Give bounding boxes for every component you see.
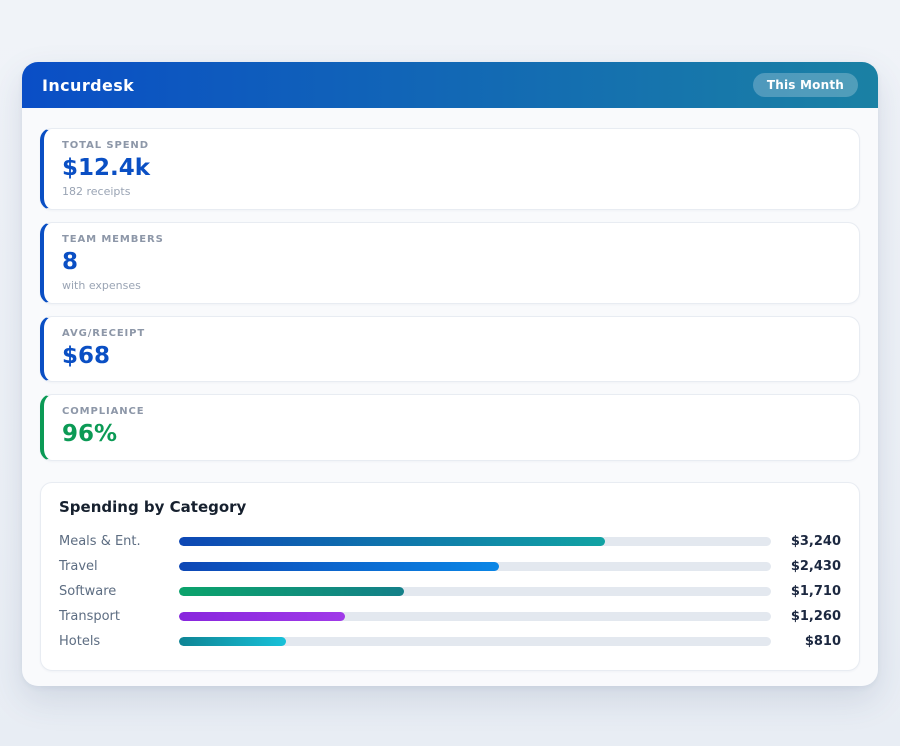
bar-value-label: $1,710 [771,584,841,599]
bar-category-label: Meals & Ent. [59,534,179,549]
bar-value-label: $810 [771,634,841,649]
bar-fill-meals [179,537,605,546]
chart-title: Spending by Category [59,498,841,516]
stat-value: 96% [62,420,841,449]
stat-value: $68 [62,342,841,371]
bar-category-label: Software [59,584,179,599]
app-window: Incurdesk This Month TOTAL SPEND $12.4k … [22,62,878,686]
bar-fill-software [179,587,404,596]
bar-value-label: $1,260 [771,609,841,624]
bar-track [179,537,771,546]
bar-category-label: Travel [59,559,179,574]
bar-row-software: Software $1,710 [59,579,841,604]
period-badge[interactable]: This Month [753,73,858,97]
app-title: Incurdesk [42,76,134,95]
bar-category-label: Hotels [59,634,179,649]
stat-card-total-spend: TOTAL SPEND $12.4k 182 receipts [40,128,860,210]
bar-row-travel: Travel $2,430 [59,554,841,579]
stat-label: TOTAL SPEND [62,140,841,151]
bar-track [179,587,771,596]
bar-value-label: $3,240 [771,534,841,549]
stat-sub: with expenses [62,279,841,292]
app-body: TOTAL SPEND $12.4k 182 receipts TEAM MEM… [22,108,878,689]
bar-fill-transport [179,612,345,621]
bar-track [179,612,771,621]
bar-value-label: $2,430 [771,559,841,574]
bar-track [179,562,771,571]
spending-chart-card: Spending by Category Meals & Ent. $3,240… [40,482,860,671]
stat-card-avg-receipt: AVG/RECEIPT $68 [40,316,860,383]
stat-card-team-members: TEAM MEMBERS 8 with expenses [40,222,860,304]
stat-value: 8 [62,248,841,277]
stat-label: COMPLIANCE [62,406,841,417]
stat-value: $12.4k [62,154,841,183]
bar-fill-hotels [179,637,286,646]
bar-fill-travel [179,562,499,571]
stat-label: TEAM MEMBERS [62,234,841,245]
app-header: Incurdesk This Month [22,62,878,108]
bar-row-hotels: Hotels $810 [59,629,841,654]
bar-category-label: Transport [59,609,179,624]
stat-card-compliance: COMPLIANCE 96% [40,394,860,461]
bar-row-transport: Transport $1,260 [59,604,841,629]
bar-row-meals: Meals & Ent. $3,240 [59,529,841,554]
bar-track [179,637,771,646]
stat-sub: 182 receipts [62,185,841,198]
stat-label: AVG/RECEIPT [62,328,841,339]
